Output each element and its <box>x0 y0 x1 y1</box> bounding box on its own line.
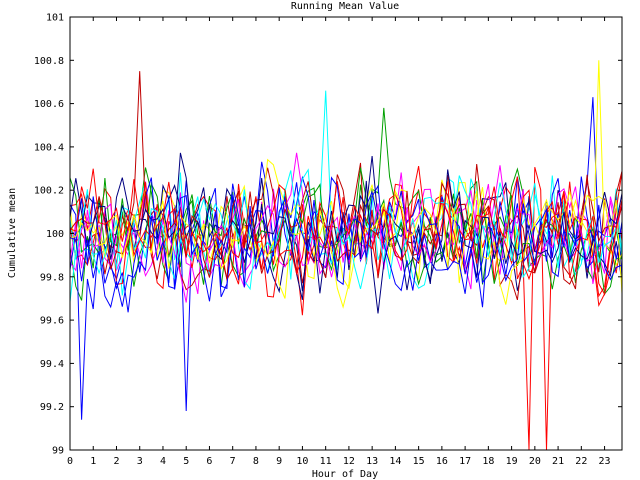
x-tick-label: 18 <box>482 456 494 467</box>
y-tick-label: 100.4 <box>34 142 64 153</box>
y-tick-label: 101 <box>46 13 64 24</box>
x-tick-label: 3 <box>137 456 143 467</box>
x-tick-label: 20 <box>529 456 541 467</box>
x-tick-label: 0 <box>67 456 73 467</box>
x-tick-label: 10 <box>296 456 308 467</box>
running-mean-chart: Running Mean Value 9999.299.499.699.8100… <box>0 0 640 480</box>
x-tick-label: 1 <box>90 456 96 467</box>
x-tick-label: 13 <box>366 456 378 467</box>
x-tick-label: 8 <box>253 456 259 467</box>
y-tick-label: 100.2 <box>34 186 64 197</box>
y-tick-label: 99.4 <box>40 359 64 370</box>
x-tick-label: 4 <box>160 456 166 467</box>
x-tick-label: 11 <box>320 456 332 467</box>
x-tick-label: 19 <box>506 456 518 467</box>
y-tick-label: 99.6 <box>40 316 64 327</box>
x-tick-label: 12 <box>343 456 355 467</box>
x-tick-label: 5 <box>183 456 189 467</box>
y-tick-label: 99 <box>52 446 64 457</box>
y-tick-label: 99.2 <box>40 402 64 413</box>
y-tick-label: 100 <box>46 229 64 240</box>
x-tick-label: 15 <box>413 456 425 467</box>
x-axis-label: Hour of Day <box>312 469 378 480</box>
x-tick-label: 16 <box>436 456 448 467</box>
y-tick-label: 100.8 <box>34 56 64 67</box>
x-tick-label: 23 <box>599 456 611 467</box>
y-axis-label: Cumulative mean <box>7 188 18 278</box>
x-tick-label: 22 <box>575 456 587 467</box>
x-tick-label: 21 <box>552 456 564 467</box>
y-tick-label: 100.6 <box>34 99 64 110</box>
x-tick-label: 6 <box>206 456 212 467</box>
x-tick-label: 7 <box>230 456 236 467</box>
x-tick-label: 2 <box>113 456 119 467</box>
y-tick-label: 99.8 <box>40 272 64 283</box>
x-tick-label: 9 <box>276 456 282 467</box>
x-tick-label: 17 <box>459 456 471 467</box>
x-tick-label: 14 <box>389 456 401 467</box>
chart-title: Running Mean Value <box>291 1 399 12</box>
